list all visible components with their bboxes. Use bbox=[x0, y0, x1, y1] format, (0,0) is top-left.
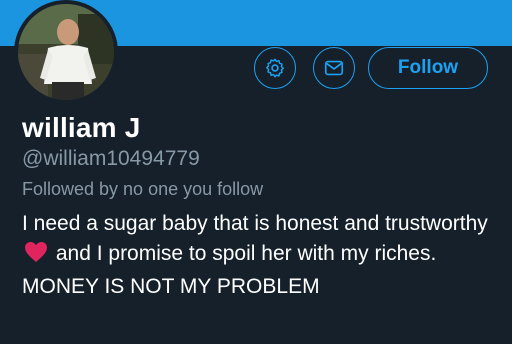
bio-text-part2: and I promise to spoil her with my riche… bbox=[22, 242, 437, 298]
settings-button[interactable] bbox=[254, 47, 296, 89]
follow-button[interactable]: Follow bbox=[368, 47, 488, 89]
profile-name: william J bbox=[22, 112, 141, 143]
avatar-photo bbox=[18, 4, 114, 100]
envelope-icon bbox=[324, 60, 344, 76]
followed-by-text: Followed by no one you follow bbox=[22, 179, 264, 199]
red-heart-icon bbox=[24, 241, 48, 272]
avatar[interactable] bbox=[14, 0, 118, 104]
profile-bio: I need a sugar baby that is honest and t… bbox=[22, 209, 502, 302]
bio-text-part1: I need a sugar baby that is honest and t… bbox=[22, 212, 488, 235]
profile-handle: @william10494779 bbox=[22, 147, 200, 170]
message-button[interactable] bbox=[313, 47, 355, 89]
gear-icon bbox=[266, 58, 284, 78]
